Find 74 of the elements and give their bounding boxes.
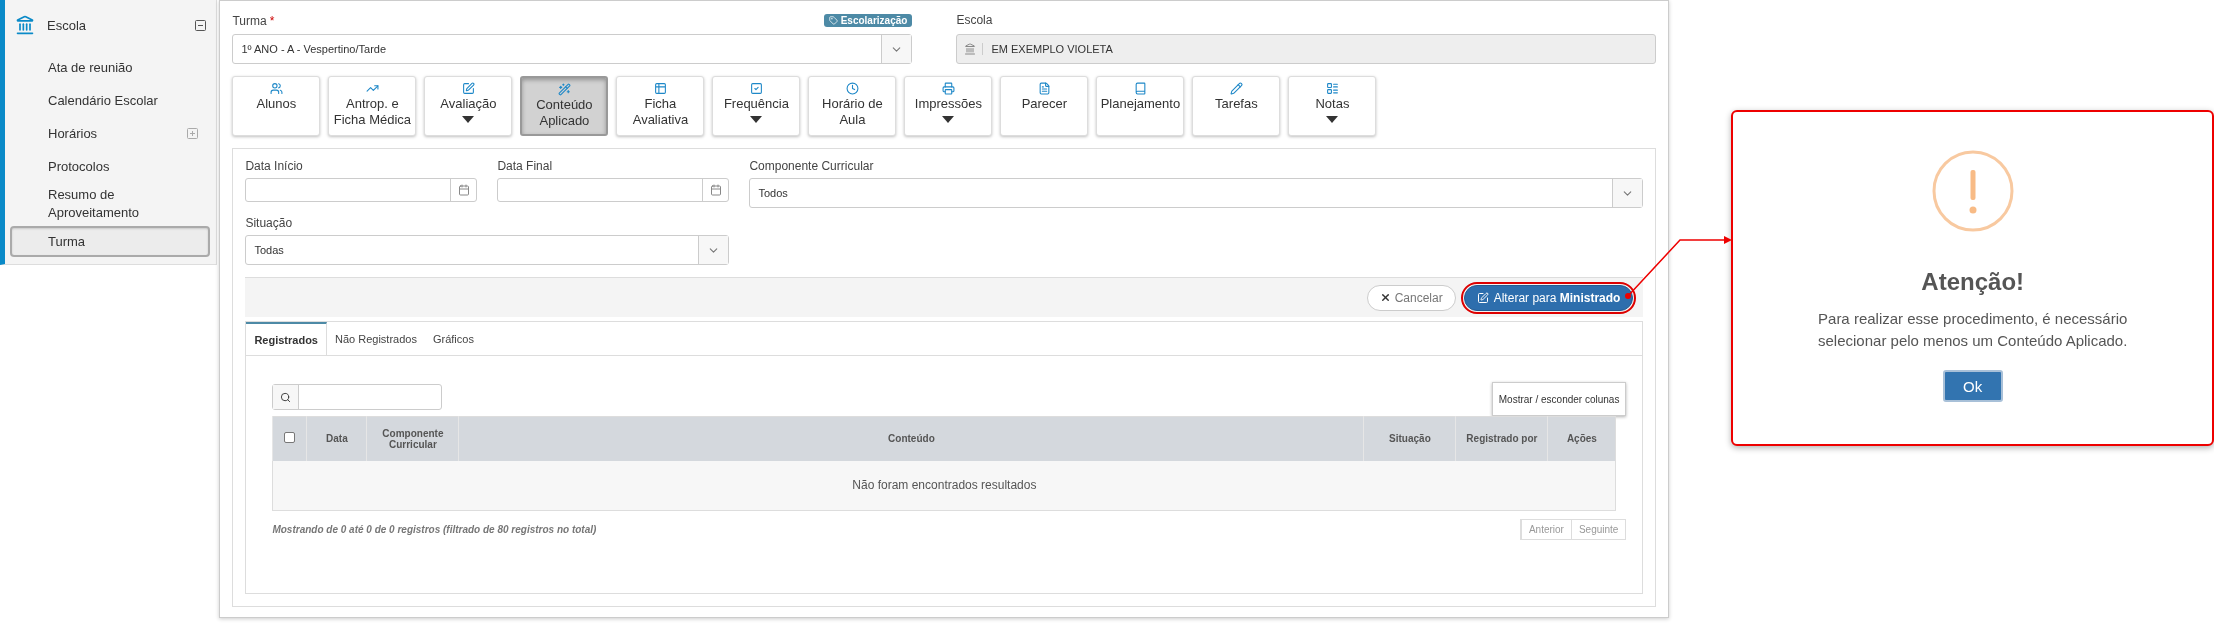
sidebar-section[interactable]: Escola — [5, 10, 211, 40]
module-button[interactable]: Notas — [1288, 76, 1377, 136]
chevron-down-icon — [881, 35, 912, 63]
module-button[interactable]: Parecer — [1000, 76, 1089, 136]
module-button[interactable]: Antrop. e Ficha Médica — [328, 76, 417, 136]
ok-button[interactable]: Ok — [1942, 370, 2003, 402]
sidebar-item[interactable]: Turma — [10, 226, 211, 257]
cancel-button[interactable]: Cancelar — [1366, 284, 1456, 311]
sidebar-item[interactable]: Ata de reunião — [10, 52, 211, 83]
field-label: Escola — [956, 13, 993, 27]
column-header: Ações — [1547, 416, 1616, 461]
edit-icon — [461, 82, 475, 95]
collapse-icon[interactable] — [195, 19, 207, 31]
bank-icon — [15, 15, 35, 35]
checkbox-icon — [749, 82, 763, 95]
clock-icon — [845, 82, 859, 95]
sidebar-item[interactable]: Protocolos — [10, 151, 211, 182]
field-label: Componente Curricular — [749, 159, 875, 173]
module-button[interactable]: Ficha Avaliativa — [616, 76, 705, 136]
dialog-message: Para realizar esse procedimento, é necessário selecionar pelo menos um Conteúdo Aplicado. — [1817, 309, 2129, 351]
date-field[interactable] — [245, 178, 478, 202]
module-button[interactable]: Avaliação — [424, 76, 513, 136]
checkbox[interactable] — [284, 432, 296, 444]
chart-line-icon — [365, 82, 379, 95]
apply-button[interactable]: Alterar para Ministrado — [1463, 284, 1634, 311]
people-icon — [269, 82, 283, 95]
wand-icon — [557, 83, 571, 96]
book-icon — [1133, 82, 1147, 95]
document-icon — [1037, 82, 1051, 95]
field-label: Turma — [232, 14, 267, 28]
list-icon — [1325, 82, 1339, 95]
search-icon — [273, 385, 300, 409]
module-button[interactable]: Alunos — [232, 76, 321, 136]
select-field[interactable]: 1º ANO - A - Vespertino/Tarde — [232, 34, 913, 64]
warning-icon — [1931, 150, 2014, 232]
tag-badge: Escolarização — [823, 13, 913, 27]
empty-message: Não foram encontrados resultados — [272, 460, 1616, 511]
dialog-title: Atenção! — [1921, 268, 2025, 296]
table-icon — [653, 82, 667, 95]
expand-icon[interactable] — [187, 128, 199, 139]
date-field[interactable] — [497, 178, 730, 202]
column-header: Registrado por — [1455, 416, 1548, 461]
printer-icon — [941, 82, 955, 95]
close-icon — [1379, 292, 1391, 303]
module-button[interactable]: Horário de Aula — [808, 76, 897, 136]
sidebar-item[interactable]: Resumo de Aproveitamento — [10, 184, 211, 224]
sidebar-item[interactable]: Horários — [10, 118, 211, 149]
field-label: Data Final — [497, 159, 554, 173]
select-field[interactable]: Todos — [749, 178, 1644, 208]
readonly-field: EM EXEMPLO VIOLETA — [956, 34, 1657, 64]
column-header: Componente Curricular — [366, 416, 459, 461]
tab[interactable]: Não Registrados — [327, 322, 425, 355]
columns-button[interactable]: Mostrar / esconder colunas — [1491, 382, 1627, 416]
sidebar-item[interactable]: Calendário Escolar — [10, 85, 211, 116]
module-button[interactable]: Frequência — [712, 76, 801, 136]
chevron-down-icon — [698, 236, 729, 264]
field-label: Situação — [245, 216, 294, 230]
search-field[interactable] — [272, 384, 443, 410]
required-mark: * — [269, 14, 275, 28]
select-field[interactable]: Todas — [245, 235, 730, 265]
pencil-icon — [1229, 82, 1243, 95]
module-button[interactable]: Conteúdo Aplicado — [520, 76, 609, 136]
edit-icon — [1476, 291, 1489, 304]
field-label: Data Início — [245, 159, 304, 173]
module-button[interactable]: Tarefas — [1192, 76, 1281, 136]
table-info: Mostrando de 0 até 0 de 0 registros (filtrado de 80 registros no total) — [272, 524, 597, 535]
module-button[interactable]: Impressões — [904, 76, 993, 136]
column-header: Data — [306, 416, 367, 461]
column-header: Situação — [1363, 416, 1456, 461]
column-header: Conteúdo — [458, 416, 1364, 461]
chevron-down-icon — [1612, 179, 1643, 207]
module-button[interactable]: Planejamento — [1096, 76, 1185, 136]
tab[interactable]: Gráficos — [424, 322, 482, 355]
tab[interactable]: Registrados — [246, 322, 327, 355]
